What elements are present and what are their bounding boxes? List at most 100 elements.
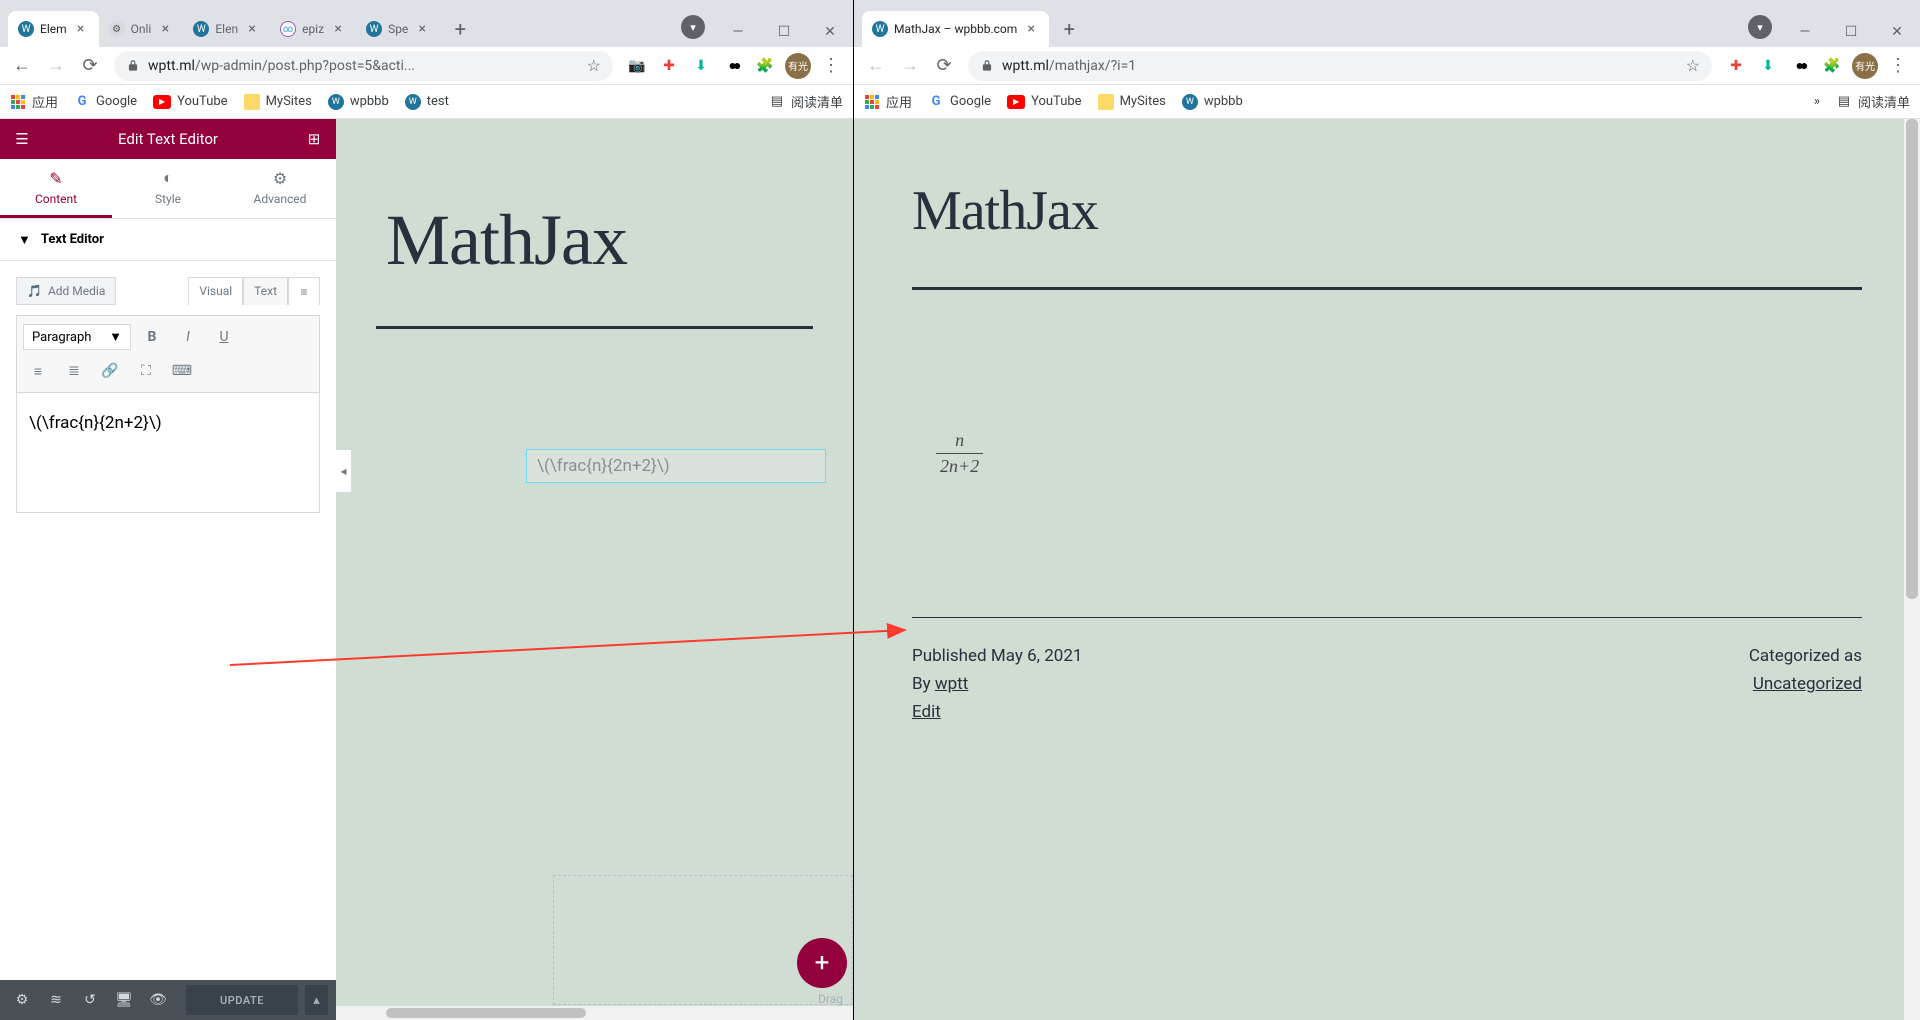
bookmark-youtube[interactable]: ▶YouTube xyxy=(153,94,228,109)
bookmark-wpbbb[interactable]: Wwpbbb xyxy=(1182,94,1243,110)
maximize-button[interactable]: ☐ xyxy=(761,17,807,47)
settings-button[interactable]: ⚙ xyxy=(8,986,36,1014)
maximize-button[interactable]: ☐ xyxy=(1828,17,1874,47)
editor-tab-dynamic[interactable]: ≡ xyxy=(288,277,320,305)
navigator-button[interactable]: ≋ xyxy=(42,986,70,1014)
bookmark-test[interactable]: Wtest xyxy=(405,94,449,110)
bullet-list-button[interactable]: ≡ xyxy=(23,356,53,386)
author-link[interactable]: wptt xyxy=(935,674,968,694)
bookmark-youtube[interactable]: ▶YouTube xyxy=(1007,94,1082,109)
update-button[interactable]: UPDATE xyxy=(186,985,298,1015)
paragraph-select[interactable]: Paragraph▼ xyxy=(23,324,131,350)
vertical-scrollbar[interactable] xyxy=(1904,119,1920,1020)
forward-button[interactable]: → xyxy=(894,50,926,82)
minimize-button[interactable]: — xyxy=(715,17,761,47)
collapse-panel-button[interactable]: ◂ xyxy=(336,449,352,493)
underline-button[interactable]: U xyxy=(209,322,239,352)
back-button[interactable]: ← xyxy=(860,50,892,82)
close-icon[interactable]: × xyxy=(244,21,260,37)
horizontal-scrollbar[interactable] xyxy=(336,1006,853,1020)
keyboard-button[interactable]: ⌨ xyxy=(167,356,197,386)
tab-mathjax[interactable]: W MathJax – wpbbb.com × xyxy=(862,11,1049,47)
tab-content[interactable]: ✎Content xyxy=(0,159,112,218)
tab-advanced[interactable]: ⚙Advanced xyxy=(224,159,336,218)
media-icon: 🎵 xyxy=(27,284,42,298)
new-tab-button[interactable]: + xyxy=(1055,15,1083,43)
update-options-button[interactable]: ▴ xyxy=(304,985,328,1015)
extensions-icon[interactable]: 🧩 xyxy=(753,54,777,78)
bookmark-mysites[interactable]: MySites xyxy=(1098,94,1166,110)
url-bar[interactable]: wptt.ml/mathjax/?i=1 ☆ xyxy=(968,51,1712,81)
bookmark-reading-list[interactable]: ▤阅读清单 xyxy=(769,92,843,111)
camera-icon[interactable]: 📷 xyxy=(625,54,649,78)
link-button[interactable]: 🔗 xyxy=(95,356,125,386)
close-window-button[interactable]: ✕ xyxy=(807,17,853,47)
bookmark-google[interactable]: GGoogle xyxy=(74,94,137,110)
back-button[interactable]: ← xyxy=(6,50,38,82)
ext-dots-icon[interactable]: ●● xyxy=(1788,54,1812,78)
reload-button[interactable]: ⟳ xyxy=(928,50,960,82)
close-icon[interactable]: × xyxy=(414,21,430,37)
tab-online[interactable]: ⚙ Onli × xyxy=(99,11,184,47)
menu-icon[interactable]: ⋮ xyxy=(819,54,843,78)
responsive-button[interactable]: 🖥 xyxy=(110,986,138,1014)
bookmark-apps[interactable]: 应用 xyxy=(10,92,58,111)
profile-avatar[interactable]: 有光 xyxy=(785,53,811,79)
text-widget-selected[interactable]: \(\frac{n}{2n+2}\) xyxy=(526,449,826,483)
tab-epiz[interactable]: ∞ epiz × xyxy=(270,11,356,47)
youtube-icon: ▶ xyxy=(1007,95,1025,109)
ext-plus-icon[interactable]: ✚ xyxy=(657,54,681,78)
menu-icon[interactable]: ⋮ xyxy=(1886,54,1910,78)
editor-tab-visual[interactable]: Visual xyxy=(188,277,243,305)
bookmark-apps[interactable]: 应用 xyxy=(864,92,912,111)
preview-button[interactable]: 👁 xyxy=(144,986,172,1014)
url-bar[interactable]: wptt.ml/wp-admin/post.php?post=5&acti...… xyxy=(114,51,613,81)
minimize-button[interactable]: — xyxy=(1782,17,1828,47)
bookmark-mysites[interactable]: MySites xyxy=(244,94,312,110)
close-icon[interactable]: × xyxy=(73,21,89,37)
tab-style[interactable]: ◐Style xyxy=(112,159,224,218)
left-bookmark-bar: 应用 GGoogle ▶YouTube MySites Wwpbbb Wtest… xyxy=(0,85,853,119)
section-text-editor[interactable]: ▼ Text Editor xyxy=(0,219,336,261)
scrollbar-thumb[interactable] xyxy=(1906,119,1918,599)
extensions-icon[interactable]: 🧩 xyxy=(1820,54,1844,78)
tab-spe[interactable]: W Spe × xyxy=(356,11,440,47)
reload-button[interactable]: ⟳ xyxy=(74,50,106,82)
ext-download-icon[interactable]: ⬇ xyxy=(1756,54,1780,78)
fullscreen-button[interactable]: ⛶ xyxy=(131,356,161,386)
media-control-icon[interactable]: ▾ xyxy=(681,15,705,39)
tab-elementor[interactable]: W Elem × xyxy=(8,11,99,47)
bookmark-google[interactable]: GGoogle xyxy=(928,94,991,110)
ext-dots-icon[interactable]: ●● xyxy=(721,54,745,78)
hamburger-icon[interactable]: ☰ xyxy=(12,129,32,149)
category-link[interactable]: Uncategorized xyxy=(1749,674,1862,694)
scrollbar-thumb[interactable] xyxy=(386,1008,586,1018)
edit-link[interactable]: Edit xyxy=(912,702,1082,722)
star-icon[interactable]: ☆ xyxy=(1686,56,1700,75)
star-icon[interactable]: ☆ xyxy=(587,56,601,75)
bookmark-wpbbb[interactable]: Wwpbbb xyxy=(328,94,389,110)
close-window-button[interactable]: ✕ xyxy=(1874,17,1920,47)
number-list-button[interactable]: ≣ xyxy=(59,356,89,386)
ext-plus-icon[interactable]: ✚ xyxy=(1724,54,1748,78)
bookmark-reading-list[interactable]: ▤阅读清单 xyxy=(1836,92,1910,111)
media-control-icon[interactable]: ▾ xyxy=(1748,15,1772,39)
bookmark-more[interactable]: » xyxy=(1814,94,1820,109)
drop-zone[interactable] xyxy=(553,875,853,1005)
bold-button[interactable]: B xyxy=(137,322,167,352)
italic-button[interactable]: I xyxy=(173,322,203,352)
close-icon[interactable]: × xyxy=(157,21,173,37)
add-section-button[interactable]: + xyxy=(797,938,847,988)
tab-elen[interactable]: W Elen × xyxy=(183,11,270,47)
forward-button[interactable]: → xyxy=(40,50,72,82)
close-icon[interactable]: × xyxy=(1023,21,1039,37)
widgets-grid-icon[interactable]: ⊞ xyxy=(304,129,324,149)
close-icon[interactable]: × xyxy=(330,21,346,37)
history-button[interactable]: ↺ xyxy=(76,986,104,1014)
new-tab-button[interactable]: + xyxy=(446,15,474,43)
editor-tab-text[interactable]: Text xyxy=(243,277,288,305)
ext-download-icon[interactable]: ⬇ xyxy=(689,54,713,78)
profile-avatar[interactable]: 有光 xyxy=(1852,53,1878,79)
editor-textarea[interactable]: \(\frac{n}{2n+2}\) xyxy=(16,393,320,513)
add-media-button[interactable]: 🎵Add Media xyxy=(16,277,116,305)
